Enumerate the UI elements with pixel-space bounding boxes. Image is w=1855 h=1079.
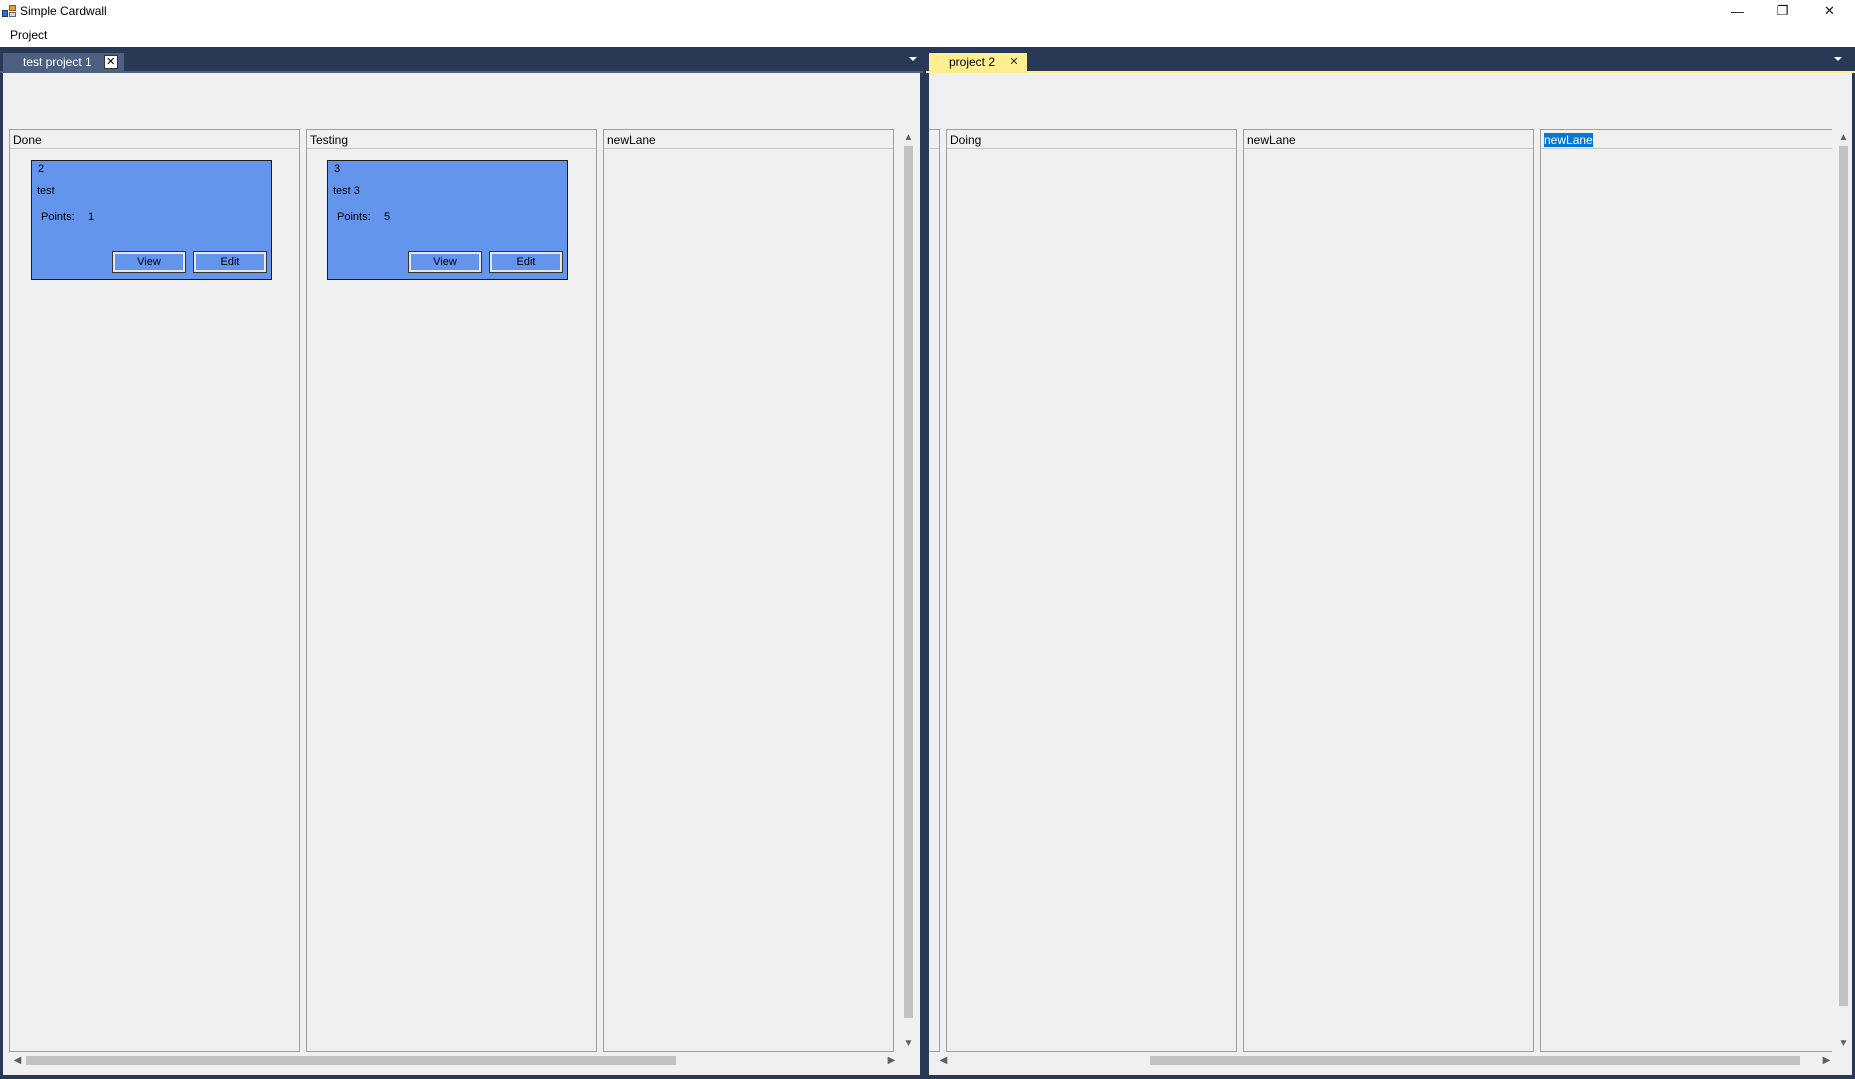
- card-id: 3: [334, 163, 341, 175]
- menu-item-project[interactable]: Project: [4, 26, 53, 44]
- scroll-down-icon[interactable]: ▼: [900, 1035, 917, 1052]
- lane-newlane: newLane: [1243, 129, 1534, 1052]
- card-points-label: Points:: [337, 211, 371, 223]
- document-pane-right: project 2 ✕ Doing newLane newLane ▲ ▼ ◀: [926, 49, 1855, 1075]
- lane-header-edit[interactable]: newLane: [1541, 130, 1832, 149]
- tab-strip: test project 1 ✕: [0, 49, 923, 71]
- minimize-button[interactable]: —: [1715, 0, 1760, 22]
- tab-list-dropdown-icon[interactable]: [909, 57, 917, 61]
- scroll-right-icon[interactable]: ▶: [1818, 1052, 1835, 1069]
- scroll-down-icon[interactable]: ▼: [1835, 1035, 1852, 1052]
- edit-button[interactable]: Edit: [489, 251, 563, 273]
- restore-button[interactable]: ❐: [1760, 0, 1805, 22]
- close-icon[interactable]: ✕: [1007, 55, 1021, 69]
- tab-label: project 2: [949, 55, 996, 69]
- cardwall-board: Doing newLane newLane ▲ ▼ ◀ ▶: [929, 73, 1852, 1075]
- card-title: test 3: [333, 185, 360, 197]
- scroll-up-icon[interactable]: ▲: [900, 129, 917, 146]
- scroll-right-icon[interactable]: ▶: [883, 1052, 900, 1069]
- scrollbar-thumb[interactable]: [26, 1056, 676, 1065]
- scrollbar-thumb[interactable]: [1150, 1056, 1800, 1065]
- menu-bar: Project: [0, 23, 1855, 47]
- tab-list-dropdown-icon[interactable]: [1834, 57, 1842, 61]
- scroll-left-icon[interactable]: ◀: [935, 1052, 952, 1069]
- scrollbar-thumb[interactable]: [904, 146, 913, 1018]
- scroll-left-icon[interactable]: ◀: [9, 1052, 26, 1069]
- vertical-scrollbar[interactable]: ▲ ▼: [1835, 129, 1852, 1052]
- lane-testing: Testing 3 test 3 Points: 5 View Edit: [306, 129, 597, 1052]
- card-points-value: 1: [88, 211, 95, 223]
- horizontal-scrollbar[interactable]: ◀ ▶: [9, 1052, 900, 1069]
- card-title: test: [37, 185, 55, 197]
- card-points-label: Points:: [41, 211, 75, 223]
- tab-test-project-1[interactable]: test project 1 ✕: [3, 53, 124, 71]
- scroll-up-icon[interactable]: ▲: [1835, 129, 1852, 146]
- lane-newlane: newLane: [603, 129, 894, 1052]
- card: 3 test 3 Points: 5 View Edit: [327, 160, 568, 280]
- scrollbar-thumb[interactable]: [1839, 146, 1848, 1006]
- tab-strip: project 2 ✕: [926, 49, 1855, 71]
- card-id: 2: [38, 163, 45, 175]
- lane-header: [929, 130, 939, 149]
- title-bar: Simple Cardwall — ❐ ✕: [0, 0, 1855, 23]
- lane-header[interactable]: Doing: [947, 130, 1236, 149]
- window-title: Simple Cardwall: [20, 4, 107, 18]
- lane-newlane-selected: newLane: [1540, 129, 1832, 1052]
- close-window-button[interactable]: ✕: [1807, 0, 1852, 22]
- lane-header[interactable]: Done: [10, 130, 299, 149]
- close-icon[interactable]: ✕: [103, 55, 118, 69]
- view-button[interactable]: View: [112, 251, 186, 273]
- lane-header[interactable]: newLane: [604, 130, 893, 149]
- lane-partial: [929, 129, 940, 1052]
- card-points-value: 5: [384, 211, 391, 223]
- app-icon: [2, 5, 16, 18]
- vertical-scrollbar[interactable]: ▲ ▼: [900, 129, 917, 1052]
- edit-button[interactable]: Edit: [193, 251, 267, 273]
- lane-header[interactable]: Testing: [307, 130, 596, 149]
- lane-done: Done 2 test Points: 1 View Edit: [9, 129, 300, 1052]
- tab-label: test project 1: [23, 55, 92, 69]
- cardwall-board: Done 2 test Points: 1 View Edit Testing …: [3, 73, 920, 1075]
- lane-header[interactable]: newLane: [1244, 130, 1533, 149]
- view-button[interactable]: View: [408, 251, 482, 273]
- card: 2 test Points: 1 View Edit: [31, 160, 272, 280]
- tab-project-2[interactable]: project 2 ✕: [929, 53, 1028, 71]
- document-pane-left: test project 1 ✕ Done 2 test Points: 1 V…: [0, 49, 923, 1075]
- horizontal-scrollbar[interactable]: ◀ ▶: [935, 1052, 1835, 1069]
- lane-doing: Doing: [946, 129, 1237, 1052]
- selected-lane-name[interactable]: newLane: [1544, 133, 1593, 147]
